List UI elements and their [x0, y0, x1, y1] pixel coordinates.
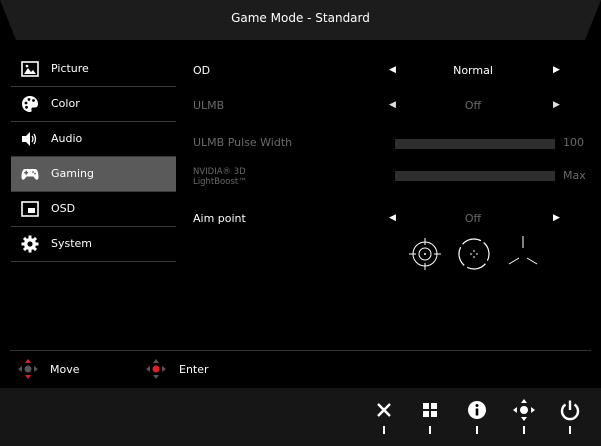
button-indicator	[569, 426, 571, 434]
sidebar-item-label: Color	[51, 97, 80, 110]
lightboost-label-line2: LightBoost™	[193, 177, 247, 187]
button-indicator	[476, 426, 478, 434]
button-indicator	[429, 426, 431, 434]
sidebar-item-label: Audio	[51, 132, 83, 145]
lightboost-label-line1: NVIDIA® 3D	[193, 167, 246, 177]
sidebar-item-label: OSD	[51, 202, 76, 215]
speaker-icon	[22, 132, 37, 146]
navigate-icon	[513, 399, 535, 421]
ulmb-pulse-value: 100	[563, 136, 584, 149]
left-arrow-icon[interactable]: ◀	[389, 65, 396, 75]
sidebar-item-picture[interactable]: Picture	[11, 52, 176, 87]
bottom-bar	[0, 388, 601, 446]
setting-aim-point[interactable]: Aim point ◀ Off ▶	[193, 203, 583, 233]
osd-icon	[21, 201, 39, 217]
navigate-button[interactable]	[512, 398, 536, 434]
setting-ulmb-pulse-width[interactable]: ULMB Pulse Width 100	[193, 127, 584, 157]
button-indicator	[383, 426, 385, 434]
od-value: Normal	[453, 64, 493, 77]
menu-button[interactable]	[418, 398, 442, 434]
ulmb-value: Off	[464, 99, 482, 112]
picture-icon	[21, 61, 39, 77]
sidebar-item-label: Picture	[51, 62, 89, 75]
palette-icon	[22, 96, 38, 112]
button-indicator	[523, 426, 525, 434]
ulmb-pulse-label: ULMB Pulse Width	[193, 136, 293, 149]
info-icon	[468, 401, 486, 419]
sidebar-item-label: Gaming	[51, 167, 94, 180]
sidebar-item-osd[interactable]: OSD	[11, 192, 176, 227]
lightboost-label: NVIDIA® 3D LightBoost™	[193, 167, 247, 187]
crosshair-circle-icon[interactable]	[405, 234, 445, 274]
page-title: Game Mode - Standard	[231, 11, 370, 25]
aim-point-value: Off	[464, 212, 482, 225]
power-button[interactable]	[558, 398, 582, 434]
ulmb-pulse-slider[interactable]	[395, 139, 555, 149]
setting-ulmb[interactable]: ULMB ◀ Off ▶	[193, 90, 583, 120]
right-arrow-icon[interactable]: ▶	[553, 213, 560, 223]
title-bar: Game Mode - Standard	[0, 0, 601, 40]
sidebar-item-system[interactable]: System	[11, 227, 176, 262]
close-icon	[377, 403, 391, 417]
sidebar: Picture Color Audio Gaming OSD System	[11, 52, 176, 262]
right-arrow-icon[interactable]: ▶	[553, 100, 560, 110]
gear-icon	[21, 235, 39, 253]
crosshair-tri-icon[interactable]	[503, 234, 543, 274]
info-button[interactable]	[465, 398, 489, 434]
footer-move-label: Move	[50, 363, 80, 376]
gamepad-icon	[21, 169, 39, 180]
footer-enter-label: Enter	[179, 363, 209, 376]
lightboost-slider[interactable]	[395, 171, 555, 181]
sidebar-item-label: System	[51, 237, 93, 250]
setting-lightboost[interactable]: NVIDIA® 3D LightBoost™ Max	[193, 165, 586, 195]
close-button[interactable]	[372, 398, 396, 434]
sidebar-item-color[interactable]: Color	[11, 87, 176, 122]
crosshair-dashed-icon[interactable]	[454, 234, 494, 274]
sidebar-item-audio[interactable]: Audio	[11, 122, 176, 157]
od-label: OD	[193, 64, 211, 77]
footer-divider	[10, 350, 591, 351]
sidebar-item-gaming[interactable]: Gaming	[11, 157, 176, 192]
right-arrow-icon[interactable]: ▶	[553, 65, 560, 75]
navigate-enter-icon	[146, 359, 166, 379]
lightboost-value: Max	[563, 169, 586, 182]
power-icon	[560, 400, 580, 421]
setting-od[interactable]: OD ◀ Normal ▶	[193, 55, 583, 85]
ulmb-label: ULMB	[193, 99, 225, 112]
menu-grid-icon	[423, 403, 437, 417]
left-arrow-icon[interactable]: ◀	[389, 213, 396, 223]
left-arrow-icon[interactable]: ◀	[389, 100, 396, 110]
aim-point-label: Aim point	[193, 212, 246, 225]
navigate-move-icon	[18, 359, 38, 379]
